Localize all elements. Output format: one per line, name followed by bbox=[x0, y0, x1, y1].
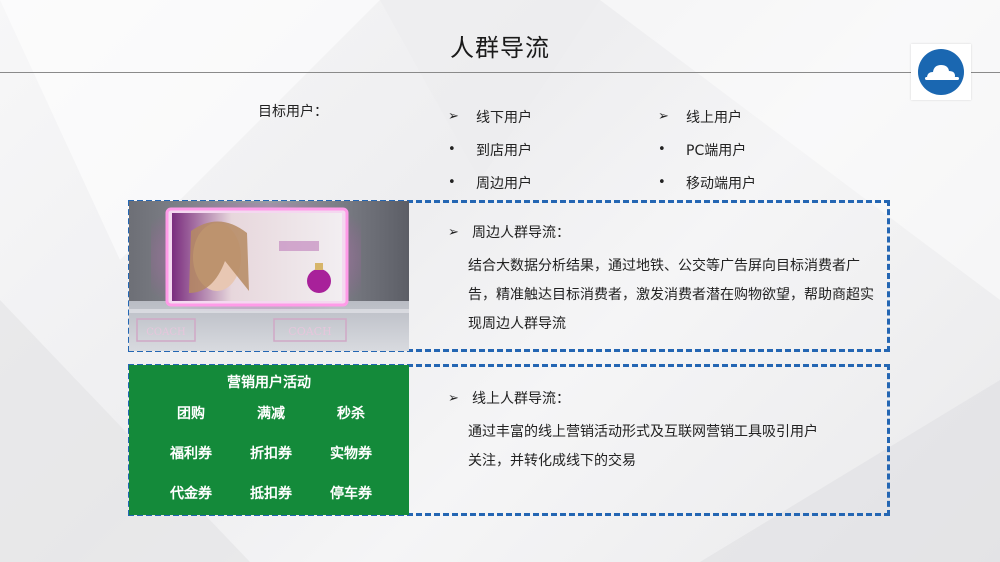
cloud-logo-icon bbox=[918, 49, 964, 95]
title-divider bbox=[0, 72, 1000, 73]
online-traffic-section: ➢ 线上人群导流： 通过丰富的线上营销活动形式及互联网营销工具吸引用户关注，并转… bbox=[448, 386, 878, 476]
online-traffic-heading: 线上人群导流： bbox=[472, 391, 570, 407]
list-item: • 移动端用户 bbox=[658, 166, 756, 199]
online-users-list: ➢ 线上用户 • PC端用户 • 移动端用户 bbox=[658, 100, 756, 199]
nearby-traffic-body: 结合大数据分析结果，通过地铁、公交等广告屏向目标消费者广告，精准触达目标消费者，… bbox=[468, 258, 874, 332]
list-item-text: 移动端用户 bbox=[686, 175, 756, 192]
dot-bullet-icon: • bbox=[658, 175, 666, 190]
page-title: 人群导流 bbox=[450, 34, 550, 62]
activity-item: 福利券 bbox=[170, 446, 212, 462]
activity-item: 折扣券 bbox=[250, 446, 292, 462]
list-item-text: 周边用户 bbox=[476, 175, 532, 192]
arrow-bullet-icon: ➢ bbox=[448, 390, 459, 406]
activity-item: 停车券 bbox=[330, 486, 372, 502]
arrow-bullet-icon: ➢ bbox=[448, 109, 459, 124]
offline-users-list: ➢ 线下用户 • 到店用户 • 周边用户 bbox=[448, 100, 532, 199]
dot-bullet-icon: • bbox=[448, 175, 456, 190]
arrow-bullet-icon: ➢ bbox=[448, 224, 459, 240]
list-item: • PC端用户 bbox=[658, 133, 756, 166]
offline-users-heading: 线下用户 bbox=[476, 109, 532, 126]
online-traffic-body: 通过丰富的线上营销活动形式及互联网营销工具吸引用户关注，并转化成线下的交易 bbox=[468, 424, 818, 469]
dot-bullet-icon: • bbox=[448, 142, 456, 157]
list-item-text: 到店用户 bbox=[476, 142, 532, 159]
activity-item: 代金券 bbox=[170, 486, 212, 502]
list-item: ➢ 线下用户 bbox=[448, 100, 532, 133]
list-item-text: PC端用户 bbox=[686, 142, 747, 159]
nearby-traffic-section: ➢ 周边人群导流： 结合大数据分析结果，通过地铁、公交等广告屏向目标消费者广告，… bbox=[448, 220, 878, 339]
arrow-bullet-icon: ➢ bbox=[658, 109, 669, 124]
activity-item: 团购 bbox=[177, 406, 205, 422]
billboard-photo: COACH COACH bbox=[129, 201, 409, 351]
list-item: ➢ 线上用户 bbox=[658, 100, 756, 133]
activity-item: 满减 bbox=[257, 406, 285, 422]
dot-bullet-icon: • bbox=[658, 142, 666, 157]
activity-item: 秒杀 bbox=[337, 406, 365, 422]
online-users-heading: 线上用户 bbox=[686, 109, 742, 126]
nearby-traffic-heading: 周边人群导流： bbox=[472, 225, 570, 241]
list-item: • 周边用户 bbox=[448, 166, 532, 199]
target-users-label: 目标用户： bbox=[258, 104, 328, 120]
activity-item: 抵扣券 bbox=[250, 486, 292, 502]
marketing-activities-title: 营销用户活动 bbox=[227, 375, 311, 391]
marketing-activities-panel: 营销用户活动 团购 满减 秒杀 福利券 折扣券 实物券 代金券 抵扣券 停车券 bbox=[129, 365, 409, 515]
store-sign-left: COACH bbox=[146, 327, 186, 338]
company-logo bbox=[911, 44, 971, 100]
list-item: • 到店用户 bbox=[448, 133, 532, 166]
store-sign-right: COACH bbox=[288, 325, 331, 338]
marketing-activities-grid: 团购 满减 秒杀 福利券 折扣券 实物券 代金券 抵扣券 停车券 bbox=[151, 403, 391, 506]
activity-item: 实物券 bbox=[330, 446, 372, 462]
